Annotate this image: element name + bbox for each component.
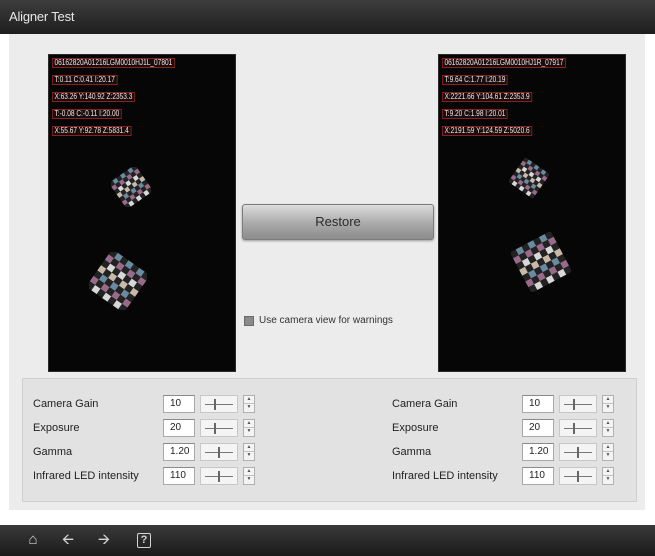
exposure-label: Exposure xyxy=(392,422,439,434)
infrared-led-slider[interactable] xyxy=(559,467,597,485)
camera-overlay-line: X:2191.59 Y:124.59 Z:5020.6 xyxy=(442,126,533,136)
camera-overlay-line: 06162820A01216LGM0010HJ1L_07801 xyxy=(52,58,175,68)
camera-overlay-line: T:9.64 C:1.77 I:20.19 xyxy=(442,75,508,85)
help-button[interactable]: ? xyxy=(137,533,151,548)
left-camera-overlay: 06162820A01216LGM0010HJ1L_07801 T:0.11 C… xyxy=(52,58,202,143)
left-exposure-row: Exposure 20 ▲ ▼ xyxy=(33,419,263,437)
left-infrared-led-row: Infrared LED intensity 110 ▲ ▼ xyxy=(33,467,263,485)
gamma-value[interactable]: 1.20 xyxy=(163,443,195,461)
camera-view-warnings-checkbox[interactable] xyxy=(244,315,254,326)
camera-overlay-line: X:63.26 Y:140.92 Z:2353.3 xyxy=(52,92,135,102)
exposure-stepper[interactable]: ▲ ▼ xyxy=(243,419,255,437)
infrared-led-value[interactable]: 110 xyxy=(522,467,554,485)
right-camera-overlay: 06162820A01216LGM0010HJ1R_07917 T:9.64 C… xyxy=(442,58,593,143)
camera-overlay-line: X:2221.66 Y:104.61 Z:2353.9 xyxy=(442,92,533,102)
exposure-value[interactable]: 20 xyxy=(522,419,554,437)
gamma-slider[interactable] xyxy=(200,443,238,461)
camera-gain-value[interactable]: 10 xyxy=(163,395,195,413)
calibration-target-lower xyxy=(89,252,147,310)
exposure-slider[interactable] xyxy=(559,419,597,437)
exposure-slider[interactable] xyxy=(200,419,238,437)
exposure-stepper[interactable]: ▲ ▼ xyxy=(602,419,614,437)
camera-view-warnings-label: Use camera view for warnings xyxy=(259,315,393,326)
camera-overlay-line: T:-0.08 C:-0.11 I:20.00 xyxy=(52,109,122,119)
right-camera-gain-row: Camera Gain 10 ▲ ▼ xyxy=(392,395,622,413)
left-gamma-row: Gamma 1.20 ▲ ▼ xyxy=(33,443,263,461)
slider-thumb[interactable] xyxy=(577,447,579,458)
back-arrow-icon[interactable]: 🡨 xyxy=(58,531,78,549)
gamma-slider[interactable] xyxy=(559,443,597,461)
calibration-target-upper xyxy=(509,158,549,198)
camera-overlay-line: X:55.67 Y:92.78 Z:5831.4 xyxy=(52,126,132,136)
camera-gain-slider[interactable] xyxy=(200,395,238,413)
forward-arrow-icon[interactable]: 🡪 xyxy=(94,531,114,549)
camera-gain-slider[interactable] xyxy=(559,395,597,413)
camera-gain-label: Camera Gain xyxy=(33,398,99,410)
slider-thumb[interactable] xyxy=(218,447,220,458)
infrared-led-stepper[interactable]: ▲ ▼ xyxy=(243,467,255,485)
title-bar: Aligner Test xyxy=(0,0,655,34)
main-area: 06162820A01216LGM0010HJ1L_07801 T:0.11 C… xyxy=(9,34,645,510)
slider-thumb[interactable] xyxy=(214,423,217,434)
infrared-led-slider[interactable] xyxy=(200,467,238,485)
calibration-target-lower xyxy=(511,232,571,292)
camera-overlay-line: T:9.20 C:1.98 I:20.01 xyxy=(442,109,508,119)
home-icon[interactable]: ⌂ xyxy=(23,531,43,549)
gamma-label: Gamma xyxy=(392,446,432,458)
camera-settings-panel: Camera Gain 10 ▲ ▼ Exposure 20 ▲ ▼ Gamma 1… xyxy=(22,378,637,502)
camera-overlay-line: T:0.11 C:0.41 I:20.17 xyxy=(52,75,118,85)
camera-gain-value[interactable]: 10 xyxy=(522,395,554,413)
camera-view-warnings-option[interactable]: Use camera view for warnings xyxy=(244,315,393,326)
slider-thumb[interactable] xyxy=(214,399,217,410)
right-exposure-row: Exposure 20 ▲ ▼ xyxy=(392,419,622,437)
infrared-led-label: Infrared LED intensity xyxy=(33,470,139,482)
window-title: Aligner Test xyxy=(9,9,75,24)
camera-gain-label: Camera Gain xyxy=(392,398,458,410)
right-gamma-row: Gamma 1.20 ▲ ▼ xyxy=(392,443,622,461)
gamma-value[interactable]: 1.20 xyxy=(522,443,554,461)
infrared-led-stepper[interactable]: ▲ ▼ xyxy=(602,467,614,485)
left-camera-gain-row: Camera Gain 10 ▲ ▼ xyxy=(33,395,263,413)
infrared-led-label: Infrared LED intensity xyxy=(392,470,498,482)
right-camera-view: 06162820A01216LGM0010HJ1R_07917 T:9.64 C… xyxy=(438,54,626,372)
slider-thumb[interactable] xyxy=(577,471,579,482)
infrared-led-value[interactable]: 110 xyxy=(163,467,195,485)
right-infrared-led-row: Infrared LED intensity 110 ▲ ▼ xyxy=(392,467,622,485)
gamma-stepper[interactable]: ▲ ▼ xyxy=(243,443,255,461)
camera-gain-stepper[interactable]: ▲ ▼ xyxy=(243,395,255,413)
left-camera-view: 06162820A01216LGM0010HJ1L_07801 T:0.11 C… xyxy=(48,54,236,372)
slider-thumb[interactable] xyxy=(573,423,576,434)
camera-overlay-line: 06162820A01216LGM0010HJ1R_07917 xyxy=(442,58,566,68)
gamma-label: Gamma xyxy=(33,446,73,458)
slider-thumb[interactable] xyxy=(573,399,576,410)
gamma-stepper[interactable]: ▲ ▼ xyxy=(602,443,614,461)
calibration-target-upper xyxy=(111,167,151,207)
restore-button[interactable]: Restore xyxy=(242,204,434,240)
slider-thumb[interactable] xyxy=(218,471,220,482)
exposure-value[interactable]: 20 xyxy=(163,419,195,437)
exposure-label: Exposure xyxy=(33,422,80,434)
camera-gain-stepper[interactable]: ▲ ▼ xyxy=(602,395,614,413)
bottom-toolbar: ⌂ 🡨 🡪 ? xyxy=(0,525,655,556)
